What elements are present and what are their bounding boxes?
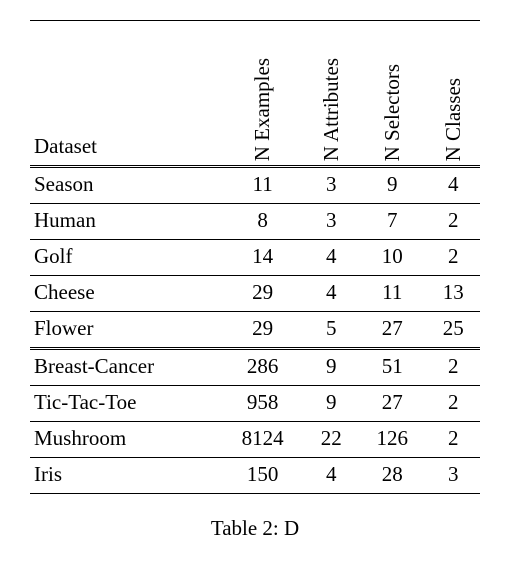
cell-n-selectors: 11 xyxy=(358,276,427,312)
cell-dataset: Season xyxy=(30,167,221,204)
cell-dataset: Human xyxy=(30,204,221,240)
table-row: Golf 14 4 10 2 xyxy=(30,240,480,276)
table-row: Mushroom 8124 22 126 2 xyxy=(30,422,480,458)
col-header-n-classes: N Classes xyxy=(427,21,480,167)
cell-n-examples: 29 xyxy=(221,276,305,312)
cell-n-examples: 14 xyxy=(221,240,305,276)
cell-n-selectors: 27 xyxy=(358,386,427,422)
cell-n-classes: 4 xyxy=(427,167,480,204)
cell-n-classes: 25 xyxy=(427,312,480,349)
cell-n-examples: 11 xyxy=(221,167,305,204)
cell-n-examples: 958 xyxy=(221,386,305,422)
col-header-n-selectors: N Selectors xyxy=(358,21,427,167)
cell-dataset: Golf xyxy=(30,240,221,276)
col-header-label: N Classes xyxy=(441,78,466,161)
cell-n-classes: 2 xyxy=(427,240,480,276)
cell-n-classes: 2 xyxy=(427,386,480,422)
table-row: Breast-Cancer 286 9 51 2 xyxy=(30,349,480,386)
cell-n-attributes: 3 xyxy=(305,204,358,240)
cell-n-attributes: 4 xyxy=(305,458,358,494)
table-row: Human 8 3 7 2 xyxy=(30,204,480,240)
table-row: Tic-Tac-Toe 958 9 27 2 xyxy=(30,386,480,422)
cell-n-selectors: 7 xyxy=(358,204,427,240)
table-row: Flower 29 5 27 25 xyxy=(30,312,480,349)
cell-n-examples: 29 xyxy=(221,312,305,349)
cell-dataset: Mushroom xyxy=(30,422,221,458)
cell-n-examples: 286 xyxy=(221,349,305,386)
dataset-summary-table: Dataset N Examples N Attributes N Select… xyxy=(30,20,480,494)
cell-n-attributes: 9 xyxy=(305,349,358,386)
col-header-n-examples: N Examples xyxy=(221,21,305,167)
cell-n-attributes: 4 xyxy=(305,276,358,312)
cell-n-selectors: 9 xyxy=(358,167,427,204)
caption-text: Table 2: D xyxy=(211,516,299,540)
cell-dataset: Flower xyxy=(30,312,221,349)
cell-n-examples: 8124 xyxy=(221,422,305,458)
col-header-label: N Examples xyxy=(250,58,275,161)
table-header-row: Dataset N Examples N Attributes N Select… xyxy=(30,21,480,167)
cell-n-attributes: 5 xyxy=(305,312,358,349)
cell-dataset: Cheese xyxy=(30,276,221,312)
cell-dataset: Breast-Cancer xyxy=(30,349,221,386)
cell-n-attributes: 22 xyxy=(305,422,358,458)
cell-n-examples: 8 xyxy=(221,204,305,240)
col-header-label: N Attributes xyxy=(319,58,344,161)
cell-n-selectors: 126 xyxy=(358,422,427,458)
col-header-dataset: Dataset xyxy=(30,21,221,167)
cell-n-attributes: 3 xyxy=(305,167,358,204)
col-header-n-attributes: N Attributes xyxy=(305,21,358,167)
cell-n-classes: 2 xyxy=(427,349,480,386)
cell-dataset: Tic-Tac-Toe xyxy=(30,386,221,422)
cell-n-attributes: 9 xyxy=(305,386,358,422)
page: Dataset N Examples N Attributes N Select… xyxy=(0,0,510,568)
table-row: Season 11 3 9 4 xyxy=(30,167,480,204)
cell-n-selectors: 27 xyxy=(358,312,427,349)
cell-n-classes: 2 xyxy=(427,204,480,240)
cell-n-selectors: 28 xyxy=(358,458,427,494)
cell-n-selectors: 51 xyxy=(358,349,427,386)
col-header-label: N Selectors xyxy=(380,64,405,161)
table-caption: Table 2: D xyxy=(211,516,299,541)
col-header-label: Dataset xyxy=(34,134,97,158)
cell-n-classes: 2 xyxy=(427,422,480,458)
cell-n-attributes: 4 xyxy=(305,240,358,276)
cell-dataset: Iris xyxy=(30,458,221,494)
cell-n-selectors: 10 xyxy=(358,240,427,276)
cell-n-classes: 3 xyxy=(427,458,480,494)
cell-n-examples: 150 xyxy=(221,458,305,494)
table-row: Cheese 29 4 11 13 xyxy=(30,276,480,312)
table-row: Iris 150 4 28 3 xyxy=(30,458,480,494)
cell-n-classes: 13 xyxy=(427,276,480,312)
